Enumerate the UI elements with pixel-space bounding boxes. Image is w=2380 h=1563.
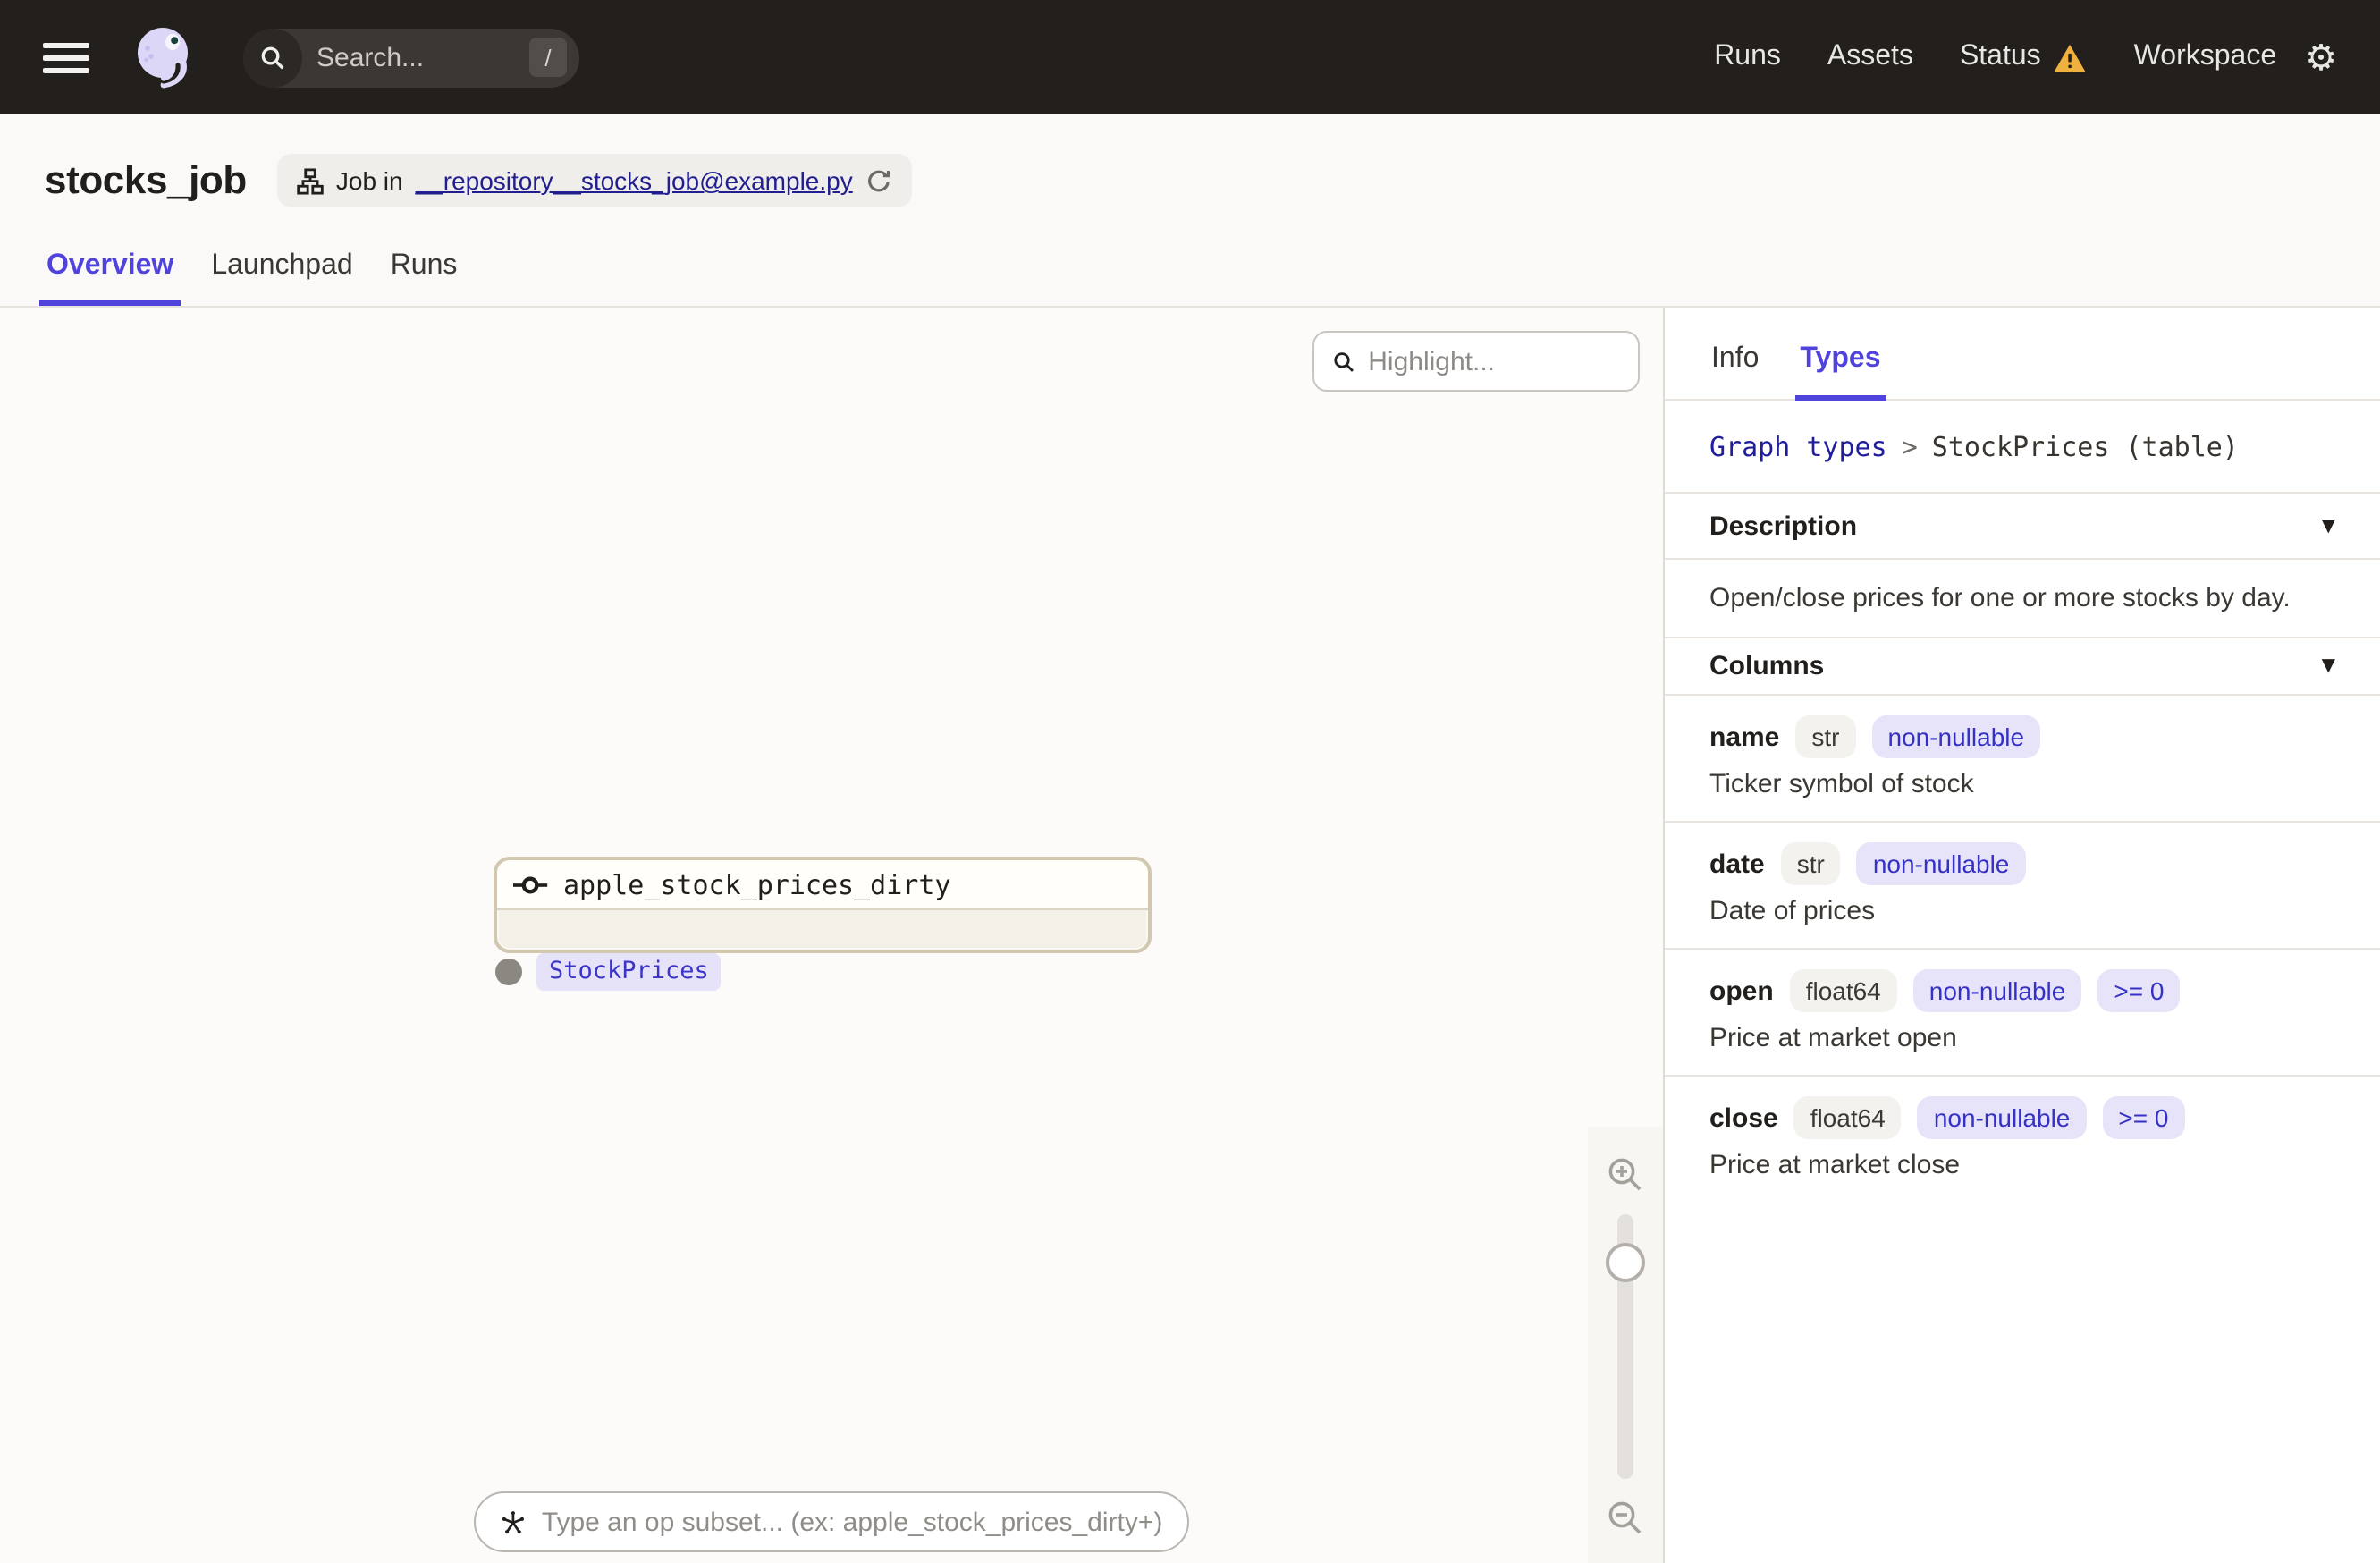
chevron-down-icon: ▼ — [2321, 516, 2335, 536]
breadcrumb-separator: > — [1901, 430, 1918, 462]
reload-icon[interactable] — [865, 167, 892, 194]
nav-item-runs[interactable]: Runs — [1714, 41, 1781, 73]
search-shortcut-key: / — [529, 38, 567, 77]
search-icon — [1334, 351, 1354, 371]
op-subset-filter[interactable] — [474, 1491, 1189, 1552]
sidebar-tab-types[interactable]: Types — [1794, 343, 1886, 401]
highlight-search[interactable] — [1312, 331, 1640, 392]
op-icon — [513, 875, 548, 893]
type-pill: str — [1780, 842, 1841, 885]
constraint-pill: >= 0 — [2097, 969, 2181, 1012]
op-node-apple-stock-prices-dirty[interactable]: apple_stock_prices_dirty — [494, 857, 1152, 953]
page-tabs: Overview Launchpad Runs — [38, 250, 460, 306]
op-node-label: apple_stock_prices_dirty — [563, 868, 951, 900]
job-badge-prefix: Job in — [335, 166, 403, 195]
sidebar-tab-info[interactable]: Info — [1709, 343, 1760, 399]
gear-icon[interactable]: ⚙ — [2305, 39, 2337, 75]
column-row-close: close float64 non-nullable >= 0 Price at… — [1665, 1077, 2380, 1202]
type-info-sidebar: Info Types Graph types > StockPrices (ta… — [1663, 308, 2380, 1563]
sidebar-tabs: Info Types — [1665, 308, 2380, 401]
breadcrumb-graph-types-link[interactable]: Graph types — [1709, 430, 1887, 462]
description-section-header[interactable]: Description ▼ — [1665, 494, 2380, 560]
search-input[interactable] — [302, 42, 529, 72]
tab-runs[interactable]: Runs — [389, 250, 460, 306]
column-row-open: open float64 non-nullable >= 0 Price at … — [1665, 950, 2380, 1077]
dagster-logo-icon[interactable] — [129, 21, 200, 93]
zoom-slider-thumb[interactable] — [1606, 1243, 1645, 1282]
job-graph-icon — [297, 167, 324, 194]
type-pill: str — [1795, 715, 1856, 758]
constraint-pill: non-nullable — [1917, 1096, 2087, 1139]
zoom-controls — [1588, 1127, 1663, 1563]
output-type-badge[interactable]: StockPrices — [536, 953, 722, 991]
search-icon — [243, 28, 302, 87]
type-breadcrumb: Graph types > StockPrices (table) — [1665, 401, 2380, 494]
page-title: stocks_job — [45, 157, 247, 202]
chevron-down-icon: ▼ — [2321, 656, 2335, 676]
tab-launchpad[interactable]: Launchpad — [209, 250, 354, 306]
nav-item-workspace[interactable]: Workspace — [2134, 41, 2276, 73]
nav-item-assets[interactable]: Assets — [1827, 41, 1913, 73]
column-row-name: name str non-nullable Ticker symbol of s… — [1665, 696, 2380, 823]
op-node-body — [497, 910, 1148, 950]
job-file-link[interactable]: __repository__stocks_job@example.py — [416, 166, 853, 195]
job-origin-badge: Job in __repository__stocks_job@example.… — [276, 154, 912, 207]
constraint-pill: non-nullable — [1871, 715, 2041, 758]
output-port-dot — [495, 959, 522, 985]
op-selector-icon — [502, 1510, 524, 1533]
type-pill: float64 — [1789, 969, 1897, 1012]
nav-item-status[interactable]: Status — [1960, 41, 2088, 73]
zoom-in-button[interactable] — [1606, 1155, 1645, 1195]
constraint-pill: non-nullable — [1912, 969, 2082, 1012]
constraint-pill: >= 0 — [2102, 1096, 2185, 1139]
breadcrumb-current: StockPrices (table) — [1931, 430, 2239, 462]
constraint-pill: non-nullable — [1856, 842, 2026, 885]
description-text: Open/close prices for one or more stocks… — [1665, 560, 2380, 638]
column-row-date: date str non-nullable Date of prices — [1665, 823, 2380, 950]
type-pill: float64 — [1793, 1096, 1902, 1139]
global-search[interactable]: / — [243, 28, 579, 87]
op-graph-canvas[interactable]: apple_stock_prices_dirty StockPrices — [0, 308, 1663, 1563]
highlight-input[interactable] — [1368, 346, 1620, 376]
nav-links: Runs Assets Status Workspace — [1714, 41, 2276, 73]
zoom-out-button[interactable] — [1606, 1499, 1645, 1538]
hamburger-menu-icon[interactable] — [43, 42, 89, 72]
columns-section-header[interactable]: Columns ▼ — [1665, 638, 2380, 696]
tab-overview[interactable]: Overview — [38, 250, 181, 306]
top-navbar: / Runs Assets Status Workspace ⚙ — [0, 0, 2380, 114]
op-subset-input[interactable] — [541, 1507, 1164, 1537]
dagster-app: / Runs Assets Status Workspace ⚙ stocks_… — [0, 0, 2380, 1563]
page-header: stocks_job Job in __repository__stocks_j… — [0, 114, 2380, 308]
warning-triangle-icon — [2055, 43, 2087, 72]
